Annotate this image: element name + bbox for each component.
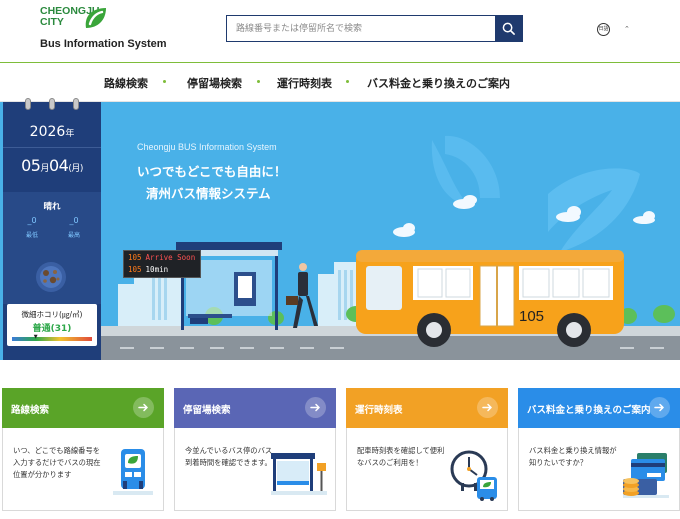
arrival-route-number: 105 <box>128 265 142 274</box>
hero-title-line2: 清州バス情報システム <box>146 186 271 201</box>
calendar-month-unit: 月 <box>40 164 49 174</box>
hero-subtitle: Cheongju BUS Information System <box>137 142 277 152</box>
globe-icon: 日語 <box>597 22 610 36</box>
card-title: 運行時刻表 <box>355 405 403 416</box>
nav-separator-dot <box>257 80 260 83</box>
card-header: 運行時刻表 <box>346 388 508 428</box>
card-arrow-button[interactable] <box>305 397 326 418</box>
calendar-year-unit: 年 <box>65 129 75 139</box>
search-input[interactable] <box>227 16 495 41</box>
temp-high: _0 <box>69 216 79 225</box>
card-arrow-button[interactable] <box>133 397 154 418</box>
nav-fare-transfer[interactable]: バス料金と乗り換えのご案内 <box>367 75 510 91</box>
businessman-figure <box>286 263 318 328</box>
main-nav: 路線検索 停留場検索 運行時刻表 バス料金と乗り換えのご案内 <box>0 62 680 102</box>
nav-separator-dot <box>163 80 166 83</box>
logo-system-name: Bus Information System <box>40 38 167 50</box>
search-bar <box>226 15 523 42</box>
calendar-day: 04 <box>48 156 69 175</box>
calendar-ring <box>73 98 79 110</box>
card-description: 今並んでいるバス停のバス到着時間を確認できます。 <box>185 446 273 467</box>
city-bus <box>356 250 624 347</box>
calendar-ring <box>49 98 55 110</box>
nav-timetable[interactable]: 運行時刻表 <box>277 75 332 91</box>
card-title: 停留場検索 <box>183 405 231 416</box>
weather-box: 晴れ _0 最低 _0 最高 <box>3 192 101 304</box>
card-stop-search[interactable]: 停留場検索 今並んでいるバス停のバス到着時間を確認できます。 <box>174 388 336 511</box>
nav-separator-dot <box>346 80 349 83</box>
search-button[interactable] <box>495 16 522 41</box>
hero-illustration <box>100 135 680 360</box>
dust-particles-icon <box>36 262 66 292</box>
card-description: バス料金と乗り換え情報が知りたいですか？ <box>529 446 617 467</box>
card-arrow-button[interactable] <box>649 397 670 418</box>
cheongju-logo[interactable]: CHEONGJU CITY Bus Information System <box>40 6 170 52</box>
temp-low: _0 <box>27 216 37 225</box>
card-fare-transfer[interactable]: バス料金と乗り換えのご案内 バス料金と乗り換え情報が知りたいですか？ <box>518 388 680 511</box>
arrival-display-board: 105 Arrive Soon 105 10min <box>123 250 201 278</box>
bus-shelter-icon <box>271 453 327 495</box>
weather-condition: 晴れ <box>43 202 61 212</box>
fine-dust-value: 普通(31) <box>32 324 72 334</box>
card-title: 路線検索 <box>11 405 50 416</box>
arrival-status: Arrive Soon <box>145 253 196 262</box>
arrow-right-icon <box>482 403 493 412</box>
calendar-divider <box>3 147 101 148</box>
card-header: 停留場検索 <box>174 388 336 428</box>
temp-low-label: 最低 <box>25 232 38 239</box>
arrow-right-icon <box>138 403 149 412</box>
cheongju-leaf-icon <box>85 8 106 28</box>
card-header: バス料金と乗り換えのご案内 <box>518 388 680 428</box>
clock-bus-icon <box>450 450 497 501</box>
calendar-year-value: 2026 <box>29 124 66 140</box>
hero-banner: Cheongju BUS Information System いつでもどこでも… <box>0 102 680 360</box>
card-description: 配車時刻表を確認して便利なバスのご利用を！ <box>357 446 445 467</box>
site-header: CHEONGJU CITY Bus Information System 日語 … <box>0 0 680 62</box>
card-timetable[interactable]: 運行時刻表 配車時刻表を確認して便利なバスのご利用を！ <box>346 388 508 511</box>
card-route-search[interactable]: 路線検索 いつ、どこでも路線番号を入力するだけでバスの現在位置が分かります <box>2 388 164 511</box>
card-description: いつ、どこでも路線番号を入力するだけでバスの現在位置が分かります <box>13 446 101 479</box>
card-header: 路線検索 <box>2 388 164 428</box>
arrival-status: 10min <box>145 265 169 274</box>
temp-high-label: 最高 <box>67 232 80 239</box>
fine-dust-marker: ▼ <box>33 334 38 340</box>
language-label: 日語 <box>598 25 609 32</box>
arrival-route-number: 105 <box>128 253 142 262</box>
arrow-right-icon <box>654 403 665 412</box>
calendar-weather-panel: 2026年 05月04(月) 晴れ _0 最低 _0 最高 微細ホコリ(㎍/㎥)… <box>3 98 101 360</box>
fine-dust-scale-bar <box>12 337 92 341</box>
calendar-weekday: (月) <box>68 164 83 174</box>
calendar-date: 05月04(月) <box>3 156 101 175</box>
arrow-right-icon <box>310 403 321 412</box>
bus-stop-sign-icon <box>113 449 153 495</box>
fine-dust-card: 微細ホコリ(㎍/㎥) 普通(31) ▼ <box>7 304 97 346</box>
calendar-ring <box>25 98 31 110</box>
card-coins-icon <box>623 453 669 498</box>
chevron-down-icon: ⌃ <box>624 25 630 33</box>
hero-title-line1: いつでもどこでも自由に！ <box>137 164 287 179</box>
language-selector[interactable]: 日語 ⌃ <box>597 21 641 37</box>
nav-route-search[interactable]: 路線検索 <box>104 75 148 91</box>
calendar-month: 05 <box>21 156 41 175</box>
search-icon <box>502 22 515 35</box>
nav-stop-search[interactable]: 停留場検索 <box>187 75 242 91</box>
card-title: バス料金と乗り換えのご案内 <box>527 405 651 416</box>
card-arrow-button[interactable] <box>477 397 498 418</box>
fine-dust-label: 微細ホコリ(㎍/㎥) <box>21 310 83 319</box>
bus-route-number: 105 <box>519 308 545 325</box>
calendar-year: 2026年 <box>3 124 101 140</box>
